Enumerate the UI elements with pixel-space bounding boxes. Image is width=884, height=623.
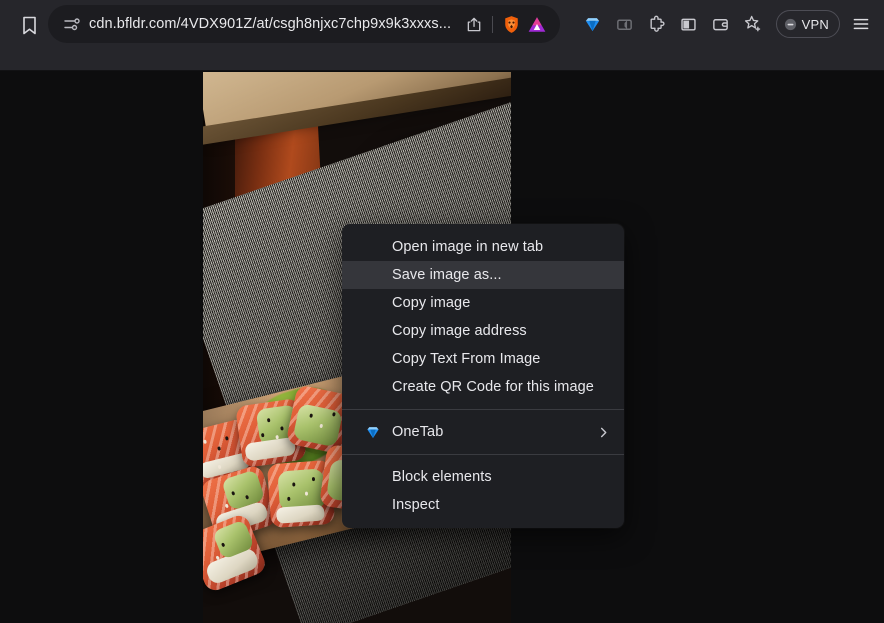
extensions-puzzle-icon[interactable] <box>642 9 672 39</box>
toolbar-divider <box>492 15 493 33</box>
brave-shields-lion-icon[interactable] <box>498 11 524 37</box>
menu-onetab[interactable]: OneTab <box>342 418 624 446</box>
menu-inspect[interactable]: Inspect <box>342 491 624 519</box>
menu-item-label: Copy Text From Image <box>392 351 541 367</box>
url-text[interactable]: cdn.bfldr.com/4VDX901Z/at/csgh8njxc7chp9… <box>89 16 461 32</box>
brave-rewards-triangle-icon[interactable] <box>524 11 550 37</box>
menu-save-image-as[interactable]: Save image as... <box>342 261 624 289</box>
browser-toolbar: cdn.bfldr.com/4VDX901Z/at/csgh8njxc7chp9… <box>0 0 884 71</box>
onetab-diamond-icon <box>364 424 381 441</box>
menu-open-image-in-new-tab[interactable]: Open image in new tab <box>342 233 624 261</box>
share-icon[interactable] <box>461 11 487 37</box>
hamburger-menu-icon[interactable] <box>846 9 876 39</box>
sidebar-panel-icon[interactable] <box>674 9 704 39</box>
menu-item-label: Block elements <box>392 469 492 485</box>
wallet-icon[interactable] <box>706 9 736 39</box>
context-menu-group: Open image in new tab Save image as... C… <box>342 233 624 401</box>
vpn-status-icon <box>784 18 797 31</box>
menu-item-label: Save image as... <box>392 267 502 283</box>
menu-item-label: Copy image address <box>392 323 527 339</box>
vpn-label: VPN <box>801 16 829 32</box>
bookmark-star-icon[interactable] <box>738 9 768 39</box>
menu-item-label: Copy image <box>392 295 471 311</box>
url-bar[interactable]: cdn.bfldr.com/4VDX901Z/at/csgh8njxc7chp9… <box>48 5 560 43</box>
menu-copy-image[interactable]: Copy image <box>342 289 624 317</box>
page-content: Open image in new tab Save image as... C… <box>0 71 884 623</box>
menu-create-qr-code[interactable]: Create QR Code for this image <box>342 373 624 401</box>
menu-item-label: Create QR Code for this image <box>392 379 594 395</box>
menu-separator <box>342 409 624 410</box>
site-permissions-icon[interactable] <box>60 13 82 35</box>
menu-item-label: Open image in new tab <box>392 239 544 255</box>
menu-copy-image-address[interactable]: Copy image address <box>342 317 624 345</box>
bookmark-icon[interactable] <box>14 10 44 40</box>
image-context-menu[interactable]: Open image in new tab Save image as... C… <box>342 224 624 528</box>
menu-separator <box>342 454 624 455</box>
context-menu-group: OneTab <box>342 418 624 446</box>
menu-copy-text-from-image[interactable]: Copy Text From Image <box>342 345 624 373</box>
chevron-right-icon <box>597 426 610 439</box>
browser-window: cdn.bfldr.com/4VDX901Z/at/csgh8njxc7chp9… <box>0 0 884 623</box>
url-bar-actions <box>461 11 550 37</box>
leo-ai-icon[interactable] <box>610 9 640 39</box>
menu-item-label: OneTab <box>392 424 444 440</box>
context-menu-group: Block elements Inspect <box>342 463 624 519</box>
menu-item-label: Inspect <box>392 497 440 513</box>
onetab-extension-icon[interactable] <box>578 9 608 39</box>
menu-block-elements[interactable]: Block elements <box>342 463 624 491</box>
vpn-button[interactable]: VPN <box>775 10 840 38</box>
toolbar-right-actions: VPN <box>578 0 876 48</box>
